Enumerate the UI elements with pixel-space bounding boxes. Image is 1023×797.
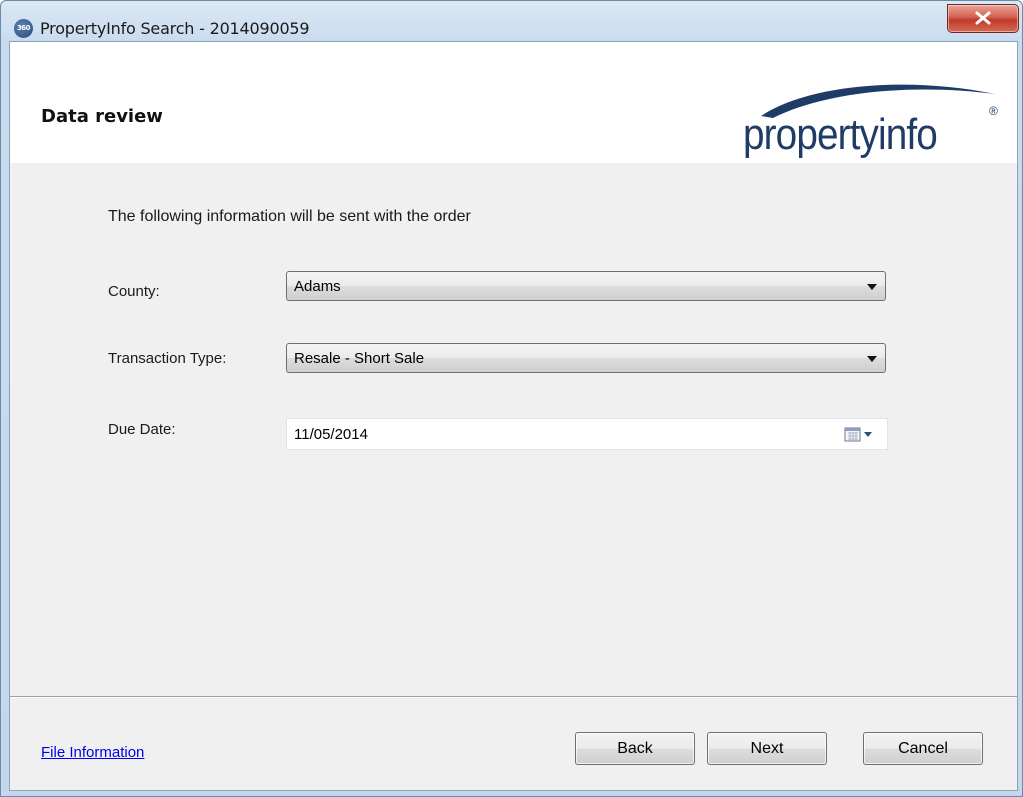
window-title: PropertyInfo Search - 2014090059 [40,19,310,38]
file-information-link[interactable]: File Information [41,744,144,761]
app-icon[interactable]: 360 [14,19,33,38]
footer-separator [10,696,1017,698]
chevron-down-icon [867,284,877,290]
transaction-type-label: Transaction Type: [108,350,227,367]
back-button[interactable]: Back [575,732,695,765]
logo-registered-mark: ® [989,104,998,118]
due-date-picker[interactable]: 11/05/2014 [286,418,888,450]
close-icon [975,11,991,25]
county-label: County: [108,283,160,300]
county-select[interactable]: Adams [286,271,886,301]
page-title: Data review [41,106,163,127]
logo-wordmark: propertyinfo [743,110,938,159]
propertyinfo-logo: propertyinfo ® [743,82,1013,162]
dialog-window: 360 PropertyInfo Search - 2014090059 Dat… [0,0,1023,797]
calendar-icon[interactable] [844,427,874,443]
title-bar[interactable]: 360 PropertyInfo Search - 2014090059 [1,1,1022,41]
cancel-button[interactable]: Cancel [863,732,983,765]
transaction-type-value: Resale - Short Sale [294,350,425,367]
due-date-label: Due Date: [108,421,176,438]
dialog-content: Data review propertyinfo ® The following… [9,41,1018,791]
close-button[interactable] [947,4,1019,33]
due-date-value: 11/05/2014 [294,426,368,443]
chevron-down-icon [867,356,877,362]
next-button[interactable]: Next [707,732,827,765]
transaction-type-select[interactable]: Resale - Short Sale [286,343,886,373]
header-banner: Data review propertyinfo ® [10,42,1017,163]
intro-text: The following information will be sent w… [108,208,471,225]
county-value: Adams [294,278,341,295]
